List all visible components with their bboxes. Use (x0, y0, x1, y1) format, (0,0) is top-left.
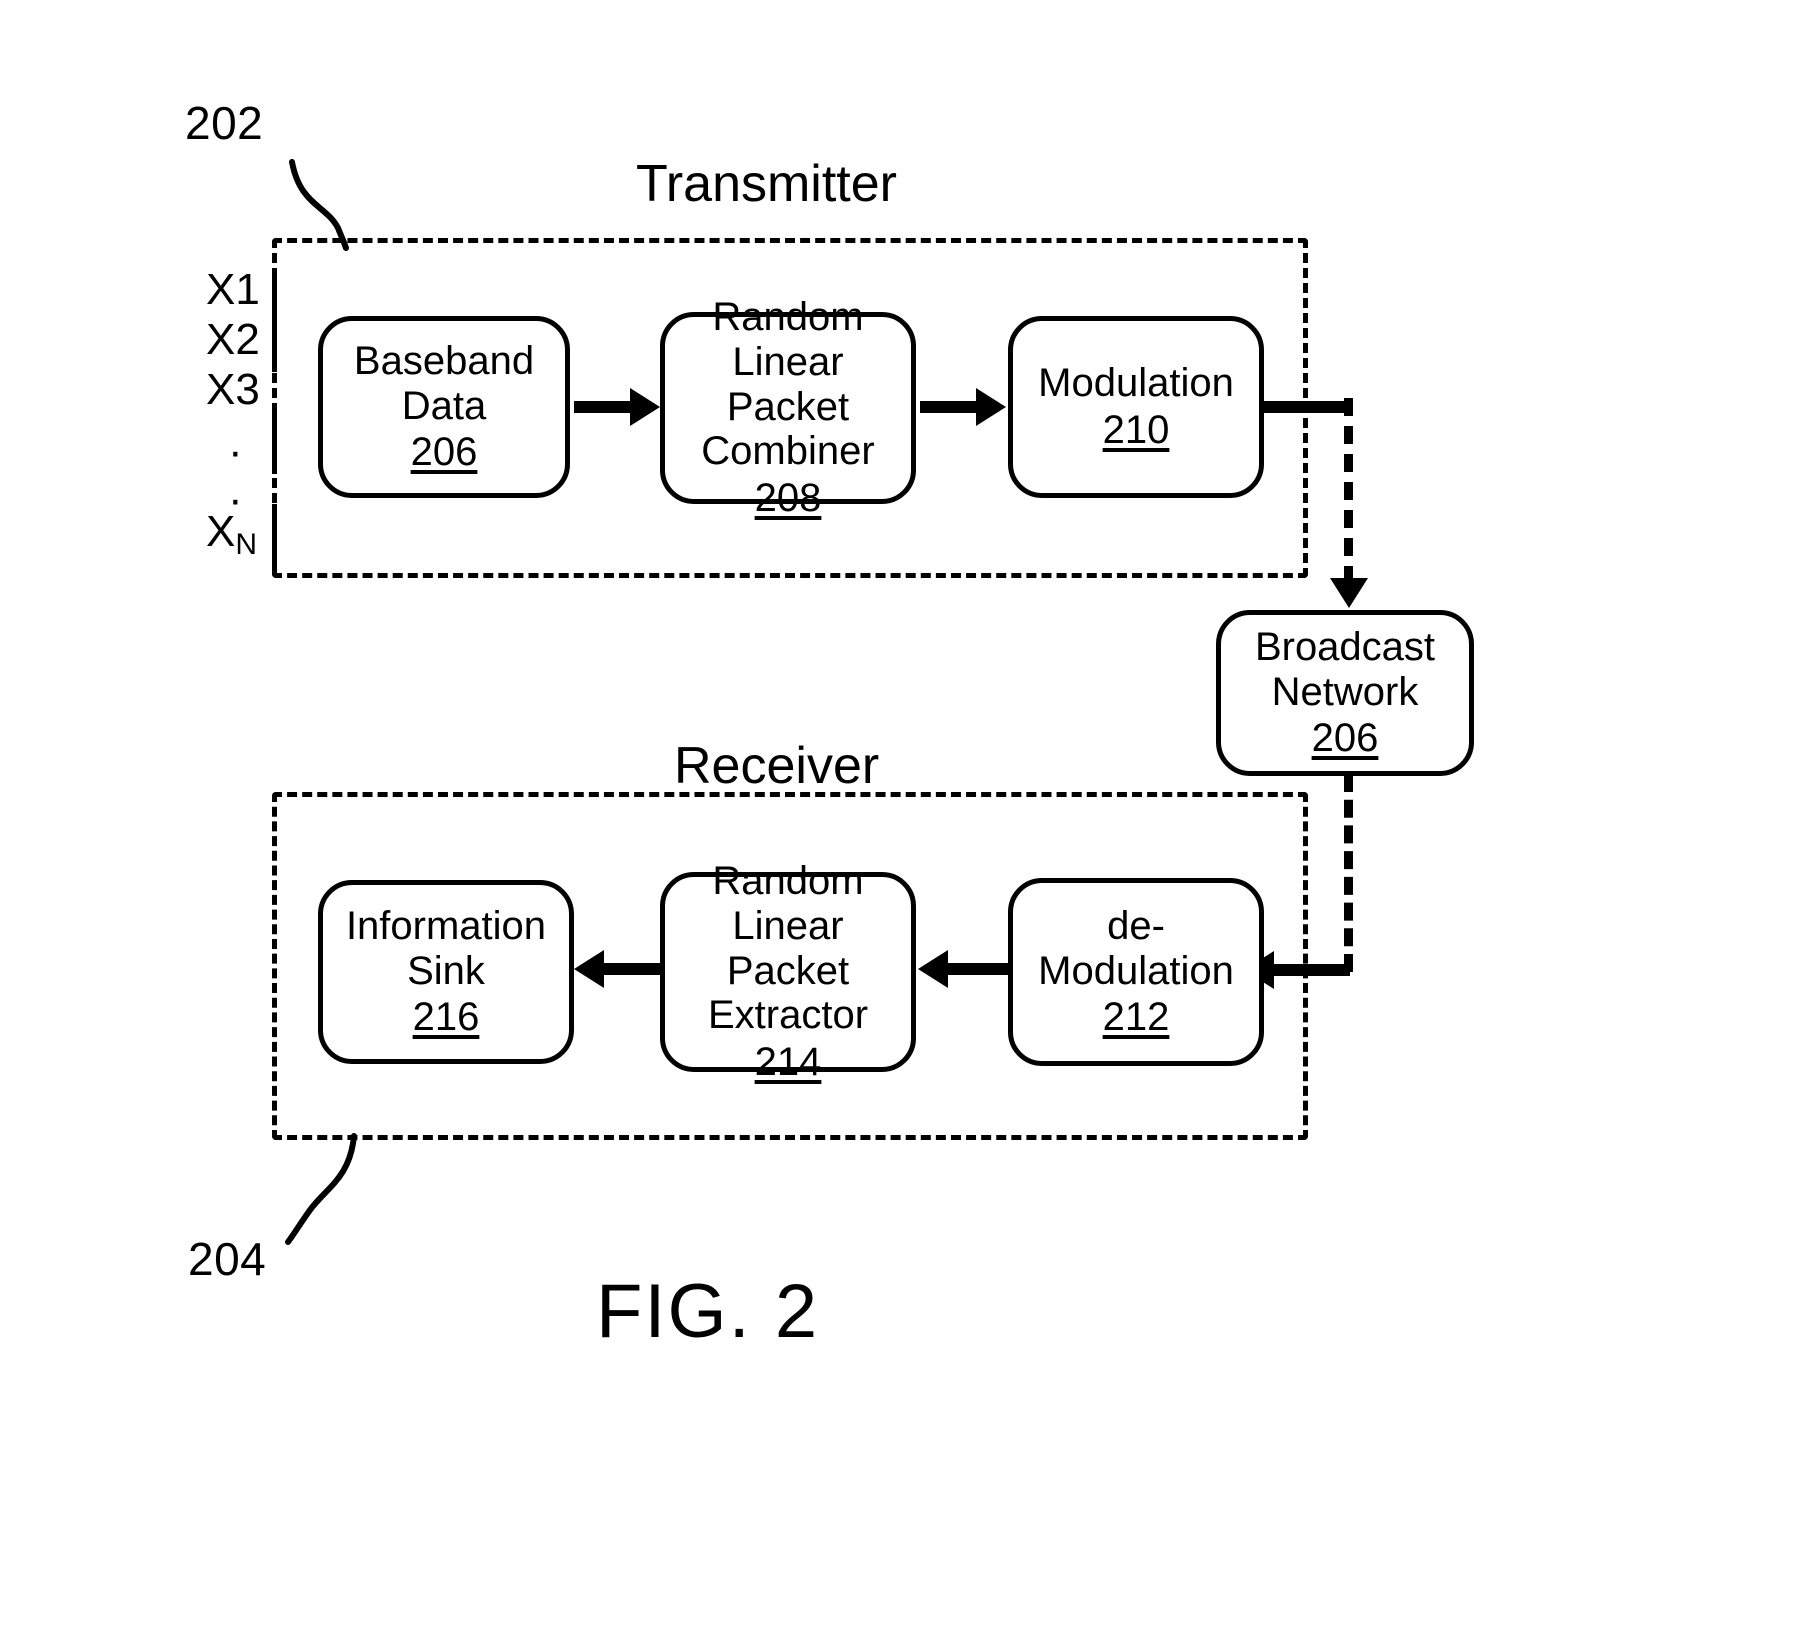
input-label-x1: X1 (206, 265, 260, 314)
block-packet-combiner[interactable]: Random Linear Packet Combiner 208 (660, 295, 916, 520)
arrowhead-demodulation-to-extractor (918, 950, 948, 988)
block-modulation-label: Modulation (1038, 361, 1234, 406)
arrowhead-extractor-to-sink (574, 950, 604, 988)
transmitter-title: Transmitter (622, 158, 911, 210)
modulation-output-stub (1264, 401, 1350, 413)
block-demodulation[interactable]: de- Modulation 212 (1008, 878, 1264, 1066)
input-bracket-segment-top (272, 272, 277, 372)
arrow-extractor-to-sink (604, 963, 662, 975)
block-demodulation-number: 212 (1102, 995, 1170, 1040)
block-baseband-data-number: 206 (410, 430, 478, 475)
reference-numeral-202: 202 (185, 97, 264, 149)
input-label-x3: X3 (206, 365, 260, 414)
block-packet-combiner-number: 208 (754, 476, 822, 521)
channel-line-down-from-network (1344, 774, 1353, 972)
block-modulation-number: 210 (1102, 408, 1170, 452)
input-label-xn-subscript: N (235, 528, 258, 561)
figure-canvas: 202 Transmitter X1 X2 X3 · · XN Baseband… (0, 0, 1819, 1642)
arrowhead-combiner-to-modulation (976, 388, 1006, 426)
leader-line-204 (285, 1133, 357, 1245)
block-broadcast-network-number: 206 (1311, 716, 1379, 761)
input-label-x2: X2 (206, 315, 260, 364)
input-bracket-segment-mid (272, 404, 277, 474)
block-packet-extractor-number: 214 (754, 1040, 822, 1085)
block-baseband-data[interactable]: Baseband Data 206 (318, 316, 570, 498)
block-baseband-data-label: Baseband Data (353, 338, 535, 428)
block-packet-extractor-label: Random Linear Packet Extractor (707, 859, 869, 1038)
receiver-title: Receiver (660, 740, 894, 792)
block-modulation[interactable]: Modulation 210 (1008, 316, 1264, 498)
arrow-baseband-to-combiner (574, 401, 632, 413)
figure-caption: FIG. 2 (596, 1269, 820, 1354)
input-bracket-segment-bottom (272, 504, 277, 574)
input-label-xn-base: X (206, 507, 236, 556)
block-information-sink-label: Information Sink (345, 903, 547, 993)
block-packet-extractor[interactable]: Random Linear Packet Extractor 214 (660, 859, 916, 1084)
channel-line-down-to-network (1344, 398, 1353, 584)
arrow-combiner-to-modulation (920, 401, 978, 413)
input-ellipsis-dot-1: · (228, 427, 243, 476)
arrowhead-into-broadcast-network (1330, 578, 1368, 608)
input-label-xn: XN (206, 507, 257, 560)
block-broadcast-network-label: Broadcast Network (1254, 624, 1436, 714)
arrow-demodulation-to-extractor (948, 963, 1008, 975)
block-information-sink[interactable]: Information Sink 216 (318, 880, 574, 1064)
block-information-sink-number: 216 (412, 995, 480, 1040)
block-demodulation-label: de- Modulation (1038, 903, 1234, 993)
arrowhead-baseband-to-combiner (630, 388, 660, 426)
block-packet-combiner-label: Random Linear Packet Combiner (701, 295, 875, 474)
block-broadcast-network[interactable]: Broadcast Network 206 (1216, 610, 1474, 776)
